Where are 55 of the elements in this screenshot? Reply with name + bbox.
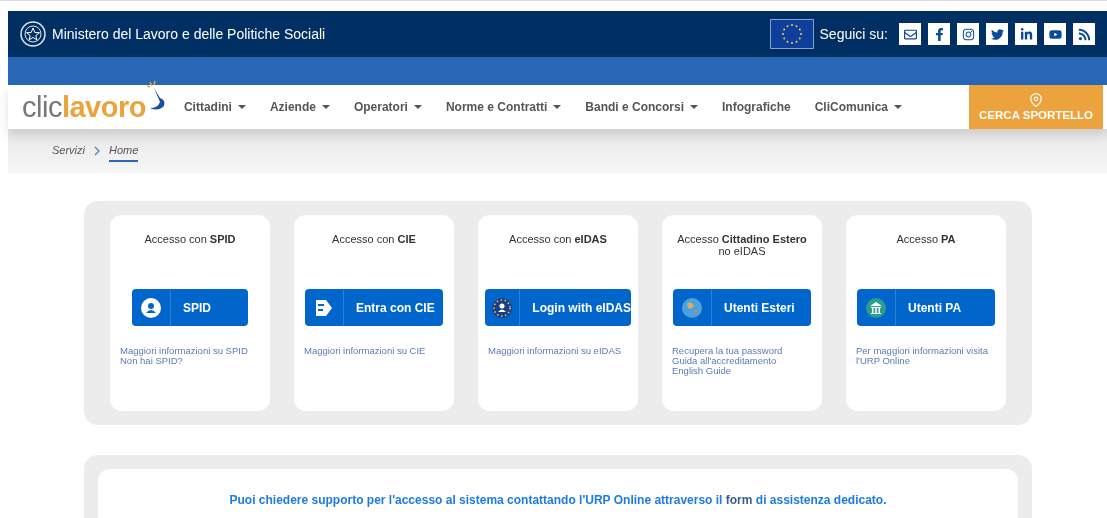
rss-button[interactable]	[1073, 23, 1095, 45]
nav-menu-item[interactable]: Infografiche	[722, 100, 791, 114]
linkedin-icon	[1019, 27, 1033, 41]
facebook-button[interactable]	[928, 23, 950, 45]
breadcrumb-link[interactable]: Home	[109, 140, 139, 162]
info-link[interactable]: Non hai SPID?	[120, 356, 183, 366]
card-heading: Accesso con eIDAS	[509, 233, 607, 245]
info-link[interactable]: Maggiori informazioni su eIDAS	[488, 346, 622, 356]
card-heading: Accesso con SPID	[144, 233, 236, 245]
linkedin-button[interactable]	[1015, 23, 1037, 45]
login-button[interactable]: Login with eIDAS	[485, 289, 631, 326]
nav-menu-item[interactable]: Cittadini	[183, 100, 246, 114]
info-link[interactable]: Guida all'accreditamento	[672, 356, 777, 366]
globe-icon	[681, 296, 703, 319]
form-link[interactable]: form	[725, 493, 753, 507]
card-heading: Accesso PA	[896, 233, 956, 245]
nav-menu-item[interactable]: CliComunica	[814, 100, 902, 114]
rss-icon	[1077, 27, 1091, 41]
mail-icon	[903, 27, 917, 41]
emblem-icon	[20, 21, 46, 47]
info-link[interactable]: l'URP Online	[856, 356, 910, 366]
login-button[interactable]: SPID	[132, 289, 248, 326]
nav-menu-item[interactable]: Operatori	[353, 100, 422, 114]
breadcrumb-link[interactable]: Servizi	[52, 140, 85, 162]
twitter-button[interactable]	[986, 23, 1008, 45]
ministry-name: Ministero del Lavoro e delle Politiche Sociali	[52, 26, 326, 42]
youtube-icon	[1048, 27, 1062, 41]
person-icon	[141, 297, 161, 318]
nav-menu-item[interactable]: Aziende	[269, 100, 330, 114]
support-message: Puoi chiedere supporto per l'accesso al sistema contattando l'URP Online attraverso il form di assistenza dedicato.	[229, 493, 887, 509]
mail-button[interactable]	[899, 23, 921, 45]
nav-menu-item[interactable]: Bandi e Concorsi	[585, 100, 698, 114]
login-button[interactable]: Utenti PA	[857, 289, 995, 326]
eu-flag-icon	[769, 19, 814, 49]
login-button[interactable]: Utenti Esteri	[673, 289, 811, 326]
nav-menu-item[interactable]: Norme e Contratti	[445, 100, 562, 114]
info-link[interactable]: Recupera la tua password	[672, 346, 783, 356]
youtube-button[interactable]	[1044, 23, 1066, 45]
eu-person-icon	[491, 296, 514, 319]
card-subheading: no eIDAS	[718, 245, 766, 257]
info-link[interactable]: Per maggiori informazioni visita	[856, 346, 988, 356]
card-heading: Accesso Cittadino Estero	[677, 233, 807, 245]
logo[interactable]: cliclavoro	[22, 90, 146, 124]
twitter-icon	[990, 27, 1004, 41]
info-link[interactable]: Maggiori informazioni su SPID	[120, 346, 248, 356]
card-heading: Accesso con CIE	[332, 233, 416, 245]
info-link[interactable]: English Guide	[672, 366, 732, 376]
chevron-icon	[93, 146, 101, 156]
login-button[interactable]: Entra con CIE	[305, 289, 443, 326]
map-pin-icon	[1029, 93, 1043, 107]
follow-label: Seguici su:	[819, 26, 888, 42]
instagram-icon	[961, 27, 975, 41]
info-link[interactable]: Maggiori informazioni su CIE	[304, 346, 426, 356]
building-icon	[865, 296, 887, 319]
instagram-button[interactable]	[957, 23, 979, 45]
